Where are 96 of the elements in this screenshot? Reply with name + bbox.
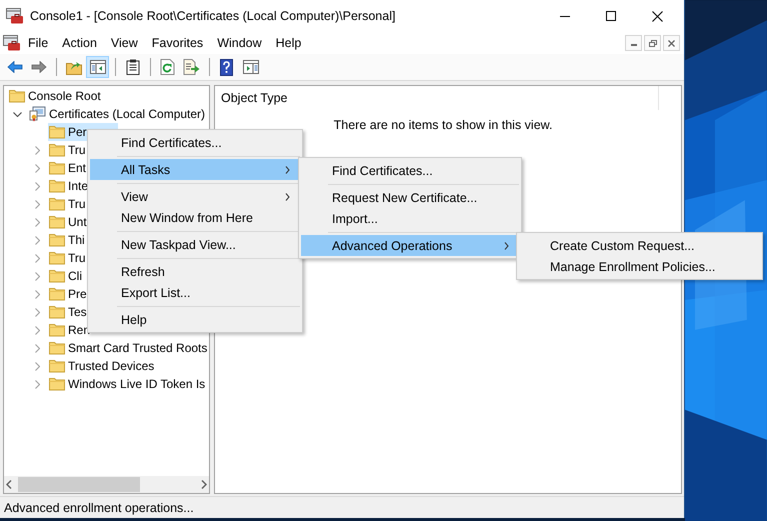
tree-item[interactable]: Console Root — [8, 87, 104, 105]
menu-item[interactable]: Export List... — [90, 282, 300, 303]
folder-icon — [49, 305, 65, 319]
toolbar-button[interactable] — [86, 56, 109, 78]
export-list-icon — [183, 59, 200, 75]
horizontal-scrollbar[interactable] — [4, 476, 209, 493]
window-title: Console1 - [Console Root\Certificates (Local Computer)\Personal] — [30, 9, 396, 23]
folder-icon — [49, 197, 65, 211]
close-button[interactable] — [663, 35, 680, 51]
folder-icon — [49, 323, 65, 337]
tree-item[interactable]: Smart Card Trusted Roots — [48, 339, 209, 357]
expand-chevron-icon[interactable] — [34, 254, 40, 262]
tree-item[interactable]: Trusted Devices — [48, 357, 158, 375]
menu-item[interactable]: Manage Enrollment Policies... — [519, 256, 760, 277]
back-arrow-icon — [6, 61, 22, 73]
empty-message: There are no items to show in this view. — [332, 118, 554, 132]
folder-icon — [9, 89, 25, 103]
expand-chevron-icon[interactable] — [34, 182, 40, 190]
expand-chevron-icon[interactable] — [34, 164, 40, 172]
expand-chevron-icon[interactable] — [34, 344, 40, 352]
certificate-computer-icon — [29, 106, 46, 122]
tree-item[interactable]: Thi — [48, 231, 88, 249]
folder-icon — [49, 233, 65, 247]
menu-item[interactable]: Refresh — [90, 261, 300, 282]
menu-item[interactable]: Advanced Operations — [301, 235, 519, 256]
menu-item[interactable]: New Window from Here — [90, 207, 300, 228]
chevron-right-icon — [285, 166, 290, 174]
expand-chevron-icon[interactable] — [34, 200, 40, 208]
folder-icon — [49, 269, 65, 283]
forward-arrow-icon — [30, 61, 46, 73]
tree-item[interactable]: Pre — [48, 285, 90, 303]
minimize-button[interactable] — [625, 35, 642, 51]
restore-button[interactable] — [644, 35, 662, 51]
tree-item[interactable]: Tru — [48, 249, 89, 267]
folder-icon — [49, 143, 65, 157]
menu-item[interactable]: Window — [210, 36, 269, 50]
clipboard-icon — [126, 59, 140, 75]
scroll-right-icon[interactable] — [201, 480, 207, 489]
tree-item[interactable]: Unt — [48, 213, 90, 231]
panes-icon — [242, 60, 258, 74]
menu-item[interactable]: View — [104, 36, 145, 50]
close-icon — [668, 40, 676, 46]
tree-item[interactable]: Tes — [48, 303, 90, 321]
folder-icon — [49, 215, 65, 229]
tree-item[interactable]: Ent — [48, 159, 90, 177]
menu-item[interactable]: Import... — [301, 208, 519, 229]
close-icon — [652, 10, 663, 22]
menu-item[interactable]: Find Certificates... — [301, 160, 519, 181]
expand-chevron-icon[interactable] — [34, 380, 40, 388]
console-menu-icon — [3, 35, 21, 51]
column-header[interactable]: Object Type — [215, 86, 659, 110]
expand-chevron-icon[interactable] — [34, 218, 40, 226]
expand-chevron-icon[interactable] — [34, 362, 40, 370]
menu-item[interactable]: Create Custom Request... — [519, 235, 760, 256]
tree-item[interactable]: Inte — [48, 177, 92, 195]
menu-item[interactable]: Request New Certificate... — [301, 187, 519, 208]
tree-item[interactable]: Tru — [48, 141, 89, 159]
panes-icon — [90, 60, 106, 74]
expand-chevron-icon[interactable] — [34, 272, 40, 280]
folder-icon — [49, 341, 65, 355]
collapse-chevron-icon[interactable] — [12, 112, 22, 116]
menu-item[interactable]: View — [90, 186, 300, 207]
folder-icon — [49, 125, 65, 139]
expand-chevron-icon[interactable] — [34, 290, 40, 298]
folder-icon — [49, 179, 65, 193]
menu-item[interactable]: All Tasks — [90, 159, 300, 180]
scroll-left-icon[interactable] — [6, 480, 12, 489]
folder-icon — [49, 359, 65, 373]
tree-item[interactable]: Tru — [48, 195, 89, 213]
expand-chevron-icon[interactable] — [34, 146, 40, 154]
tree-item[interactable]: Windows Live ID Token Is — [48, 375, 208, 393]
menu-item[interactable]: Action — [55, 36, 104, 50]
chevron-right-icon — [504, 242, 509, 250]
expand-chevron-icon[interactable] — [34, 236, 40, 244]
menu-item[interactable]: Help — [90, 309, 300, 330]
menu-item[interactable]: Favorites — [144, 36, 210, 50]
folder-icon — [49, 251, 65, 265]
menu-item[interactable]: File — [21, 36, 56, 50]
maximize-icon — [606, 11, 616, 21]
folder-up-icon — [66, 60, 82, 74]
console-app-icon — [6, 8, 24, 24]
menu-item[interactable]: New Taskpad View... — [90, 234, 300, 255]
menu-item[interactable]: Help — [268, 36, 308, 50]
refresh-icon — [160, 59, 175, 75]
help-icon — [220, 58, 233, 76]
expand-chevron-icon[interactable] — [34, 308, 40, 316]
folder-icon — [49, 377, 65, 391]
expand-chevron-icon[interactable] — [34, 326, 40, 334]
folder-icon — [49, 161, 65, 175]
chevron-right-icon — [285, 192, 290, 200]
tree-item[interactable]: Cli — [48, 267, 85, 285]
restore-icon — [648, 40, 657, 46]
folder-icon — [49, 287, 65, 301]
tree-item[interactable]: Certificates (Local Computer) — [28, 105, 208, 123]
scrollbar-thumb[interactable] — [18, 477, 140, 492]
status-bar-text: Advanced enrollment operations... — [0, 496, 684, 518]
